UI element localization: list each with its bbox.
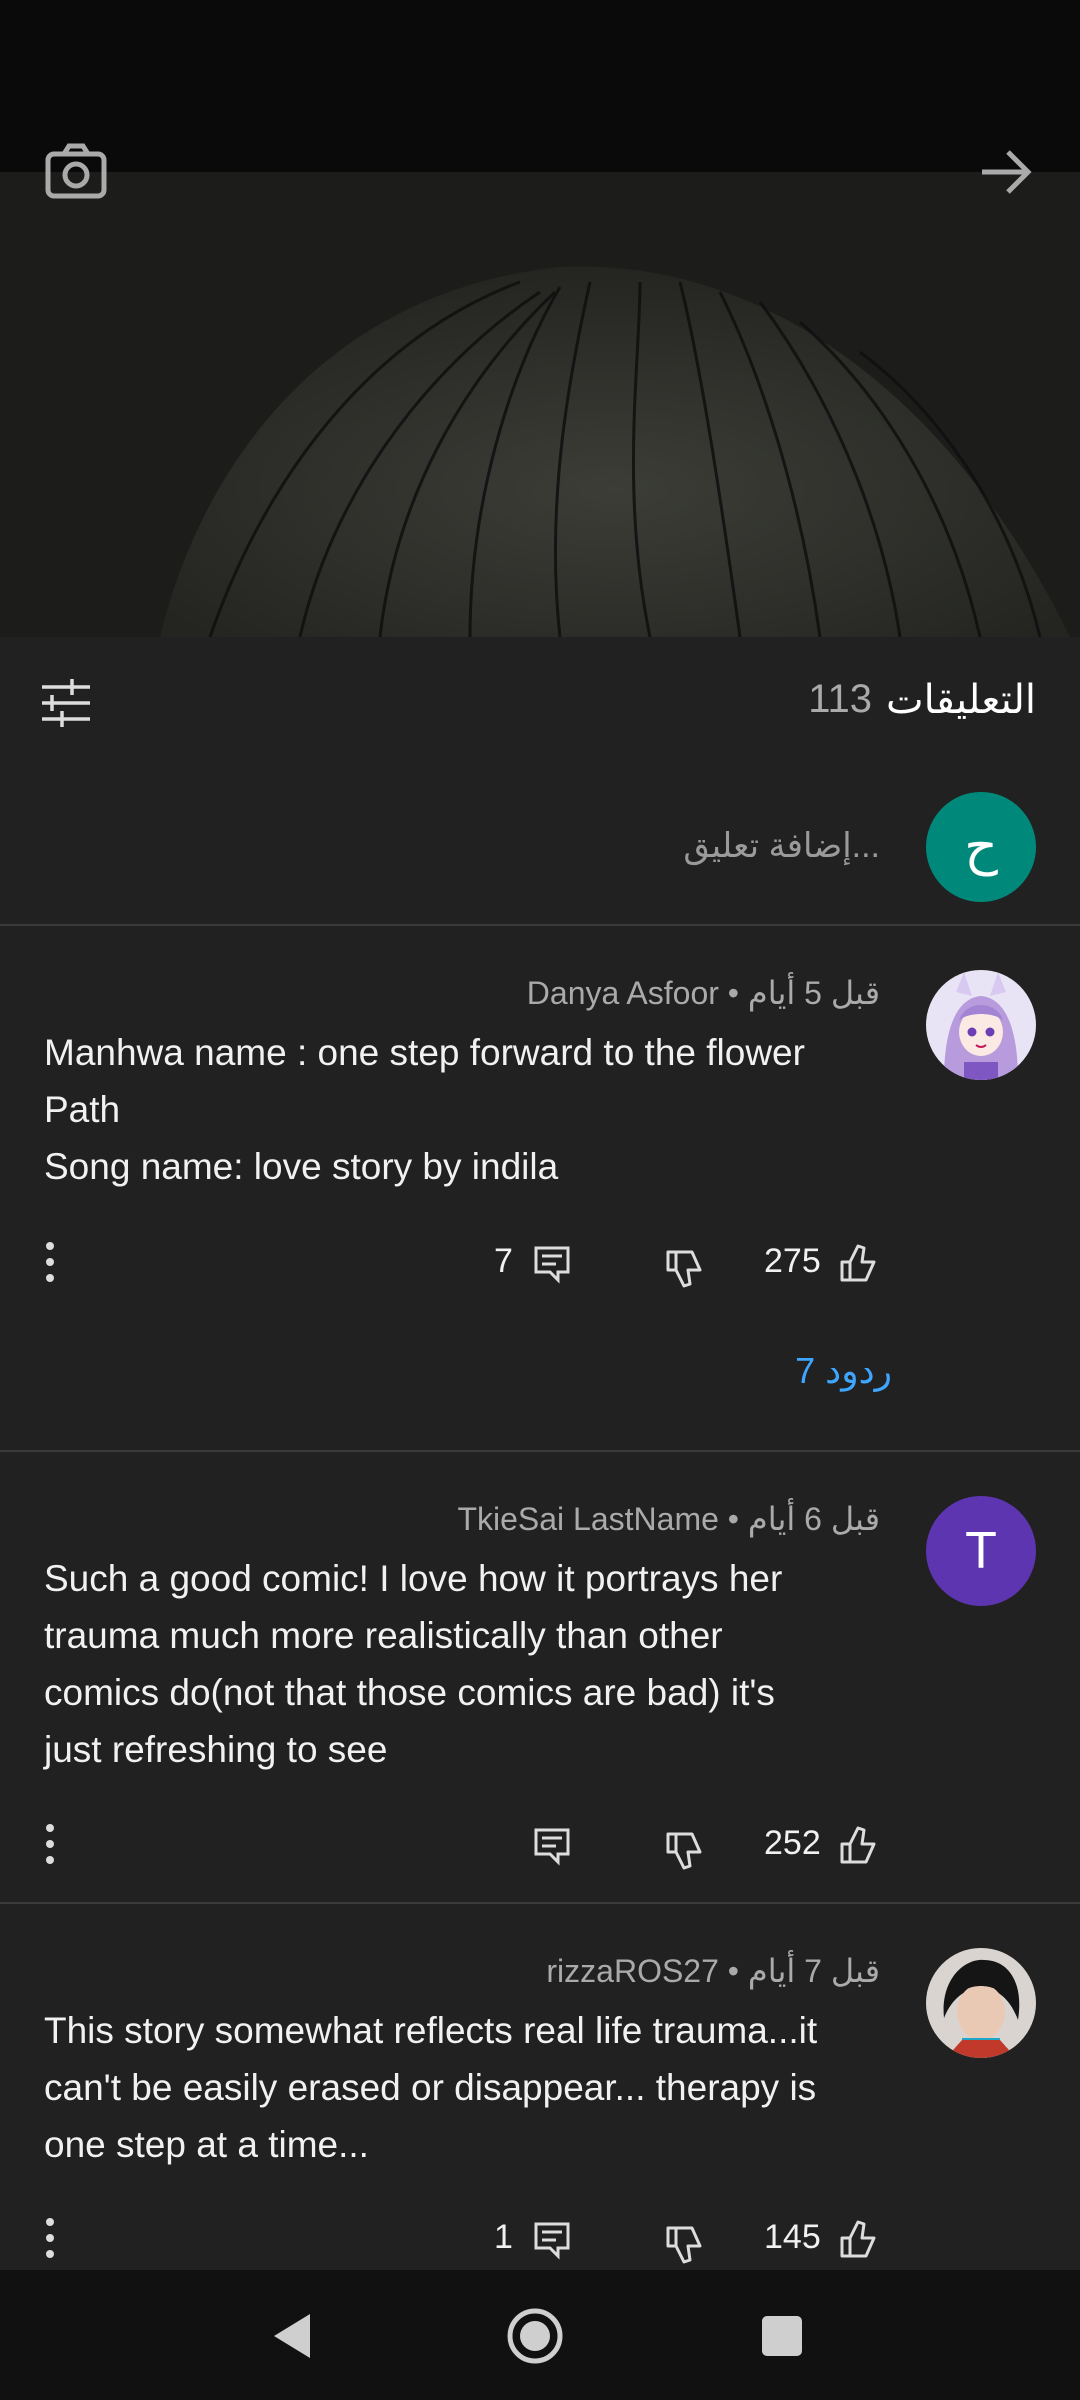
reply-icon[interactable] — [532, 1244, 572, 1284]
dislike-icon[interactable] — [662, 1828, 706, 1872]
like-count: 275 — [764, 1242, 821, 1280]
comment-author[interactable]: Danya Asfoor — [527, 975, 719, 1011]
back-icon[interactable] — [262, 2306, 322, 2366]
add-comment-input[interactable]: إضافة تعليق... — [683, 826, 880, 866]
comment-text: Manhwa name : one step forward to the fl… — [44, 1024, 874, 1195]
like-icon[interactable] — [836, 1824, 880, 1868]
video-frame — [0, 172, 1080, 637]
comment-line: comics do(not that those comics are bad)… — [44, 1672, 775, 1713]
dislike-icon[interactable] — [662, 1246, 706, 1290]
comment-line: Song name: love story by indila — [44, 1146, 559, 1187]
anime-avatar[interactable] — [926, 970, 1036, 1080]
comment-author[interactable]: rizzaROS27 — [546, 1953, 719, 1989]
more-options-icon[interactable] — [36, 1236, 64, 1288]
reply-count: 7 — [494, 1242, 513, 1280]
my-avatar-initial: ح — [964, 818, 998, 876]
like-count: 145 — [764, 2218, 821, 2256]
more-options-icon[interactable] — [36, 2212, 64, 2264]
comment-line: can't be easily erased or disappear... t… — [44, 2067, 817, 2108]
photo-avatar[interactable] — [926, 1948, 1036, 2058]
comments-header: التعليقات 113 — [0, 637, 1080, 767]
comment-actions: 252 — [0, 1810, 1080, 1880]
dislike-icon[interactable] — [662, 2222, 706, 2266]
camera-icon[interactable] — [40, 136, 112, 208]
add-comment-row[interactable]: ح إضافة تعليق... — [0, 770, 1080, 926]
comment-line: just refreshing to see — [44, 1729, 388, 1770]
avatar-initial: T — [965, 1522, 997, 1580]
comment-item: T TkieSai LastName • قبل 6 أيام Such a g… — [0, 1452, 1080, 1904]
meta-separator: • — [727, 1501, 739, 1537]
hair-artwork — [160, 266, 1070, 637]
comment-time: قبل 5 أيام — [747, 975, 880, 1011]
video-player[interactable] — [0, 0, 1080, 637]
comments-count: 113 — [808, 677, 872, 721]
comment-item: Danya Asfoor • قبل 5 أيام Manhwa name : … — [0, 926, 1080, 1452]
comments-title: التعليقات — [885, 678, 1036, 722]
comment-text: Such a good comic! I love how it portray… — [44, 1550, 874, 1778]
home-icon[interactable] — [505, 2306, 565, 2366]
comment-item: rizzaROS27 • قبل 7 أيام This story somew… — [0, 1904, 1080, 2270]
reply-icon[interactable] — [532, 2220, 572, 2260]
comment-meta: Danya Asfoor • قبل 5 أيام — [527, 974, 880, 1012]
comment-actions: 1 145 — [0, 2204, 1080, 2274]
like-icon[interactable] — [836, 1242, 880, 1286]
forward-arrow-icon[interactable] — [970, 136, 1042, 208]
comment-line: trauma much more realistically than othe… — [44, 1615, 723, 1656]
comment-text: This story somewhat reflects real life t… — [44, 2002, 874, 2173]
letter-avatar[interactable]: T — [926, 1496, 1036, 1606]
recents-icon[interactable] — [752, 2306, 812, 2366]
more-options-icon[interactable] — [36, 1818, 64, 1870]
my-avatar[interactable]: ح — [926, 792, 1036, 902]
comment-time: قبل 7 أيام — [747, 1953, 880, 1989]
view-replies-link[interactable]: 7 ردود — [795, 1350, 892, 1392]
comment-meta: rizzaROS27 • قبل 7 أيام — [546, 1952, 880, 1990]
meta-separator: • — [727, 975, 739, 1011]
comment-actions: 7 275 — [0, 1228, 1080, 1298]
reply-count: 1 — [494, 2218, 513, 2256]
comment-line: Such a good comic! I love how it portray… — [44, 1558, 783, 1599]
reply-icon[interactable] — [532, 1826, 572, 1866]
like-count: 252 — [764, 1824, 821, 1862]
comment-line: This story somewhat reflects real life t… — [44, 2010, 818, 2051]
system-nav-bar — [0, 2270, 1080, 2400]
comment-line: one step at a time... — [44, 2124, 369, 2165]
comment-line: Manhwa name : one step forward to the fl… — [44, 1032, 805, 1073]
comment-author[interactable]: TkieSai LastName — [457, 1501, 718, 1537]
meta-separator: • — [727, 1953, 739, 1989]
comment-time: قبل 6 أيام — [747, 1501, 880, 1537]
comment-line: Path — [44, 1089, 121, 1130]
like-icon[interactable] — [836, 2218, 880, 2262]
comment-meta: TkieSai LastName • قبل 6 أيام — [457, 1500, 880, 1538]
sliders-icon[interactable] — [38, 675, 94, 731]
